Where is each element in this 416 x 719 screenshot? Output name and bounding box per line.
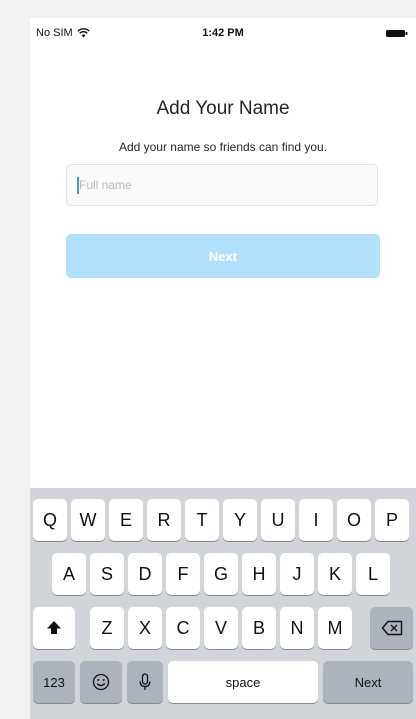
backspace-icon (381, 620, 402, 636)
key-q[interactable]: Q (33, 499, 67, 541)
shift-icon (47, 621, 61, 634)
status-time: 1:42 PM (202, 27, 244, 39)
key-f[interactable]: F (166, 553, 200, 595)
key-i[interactable]: I (299, 499, 333, 541)
key-z[interactable]: Z (90, 607, 124, 649)
microphone-icon (139, 673, 151, 690)
key-p[interactable]: P (375, 499, 409, 541)
key-a[interactable]: A (52, 553, 86, 595)
microphone-key[interactable] (127, 661, 163, 703)
emoji-key[interactable] (80, 661, 122, 703)
status-bar: No SIM 1:42 PM (30, 18, 416, 48)
shift-key[interactable] (33, 607, 75, 649)
key-y[interactable]: Y (223, 499, 257, 541)
key-l[interactable]: L (356, 553, 390, 595)
return-key-label: Next (354, 674, 382, 690)
next-button[interactable]: Next (66, 234, 380, 278)
backspace-key[interactable] (370, 607, 413, 649)
key-t[interactable]: T (185, 499, 219, 541)
key-o[interactable]: O (337, 499, 371, 541)
numbers-key[interactable]: 123 (33, 661, 75, 703)
return-key[interactable]: Next (323, 661, 413, 703)
space-key[interactable]: space (168, 661, 318, 703)
key-e[interactable]: E (109, 499, 143, 541)
key-j[interactable]: J (280, 553, 314, 595)
key-b[interactable]: B (242, 607, 276, 649)
keyboard-row-3: Z X C V B N M (30, 607, 416, 649)
key-x[interactable]: X (128, 607, 162, 649)
key-s[interactable]: S (90, 553, 124, 595)
key-c[interactable]: C (166, 607, 200, 649)
key-m[interactable]: M (318, 607, 352, 649)
emoji-icon (92, 673, 110, 691)
key-v[interactable]: V (204, 607, 238, 649)
keyboard: Q W E R T Y U I O P A S D F G H J K L Z … (30, 488, 416, 719)
text-cursor (77, 177, 79, 194)
key-k[interactable]: K (318, 553, 352, 595)
battery-icon (386, 30, 408, 37)
page-subtitle: Add your name so friends can find you. (118, 140, 328, 154)
full-name-input[interactable] (66, 164, 378, 206)
numbers-key-label: 123 (43, 674, 65, 690)
key-g[interactable]: G (204, 553, 238, 595)
key-h[interactable]: H (242, 553, 276, 595)
page-title: Add Your Name (156, 98, 290, 119)
key-r[interactable]: R (147, 499, 181, 541)
key-n[interactable]: N (280, 607, 314, 649)
key-w[interactable]: W (71, 499, 105, 541)
keyboard-row-1: Q W E R T Y U I O P (30, 499, 416, 541)
keyboard-row-2: A S D F G H J K L (30, 553, 416, 595)
keyboard-row-4: 123 space Next (30, 661, 416, 703)
phone-screen: No SIM 1:42 PM Add Your Name Add your na… (30, 18, 416, 719)
key-d[interactable]: D (128, 553, 162, 595)
key-u[interactable]: U (261, 499, 295, 541)
space-key-label: space (225, 674, 261, 690)
